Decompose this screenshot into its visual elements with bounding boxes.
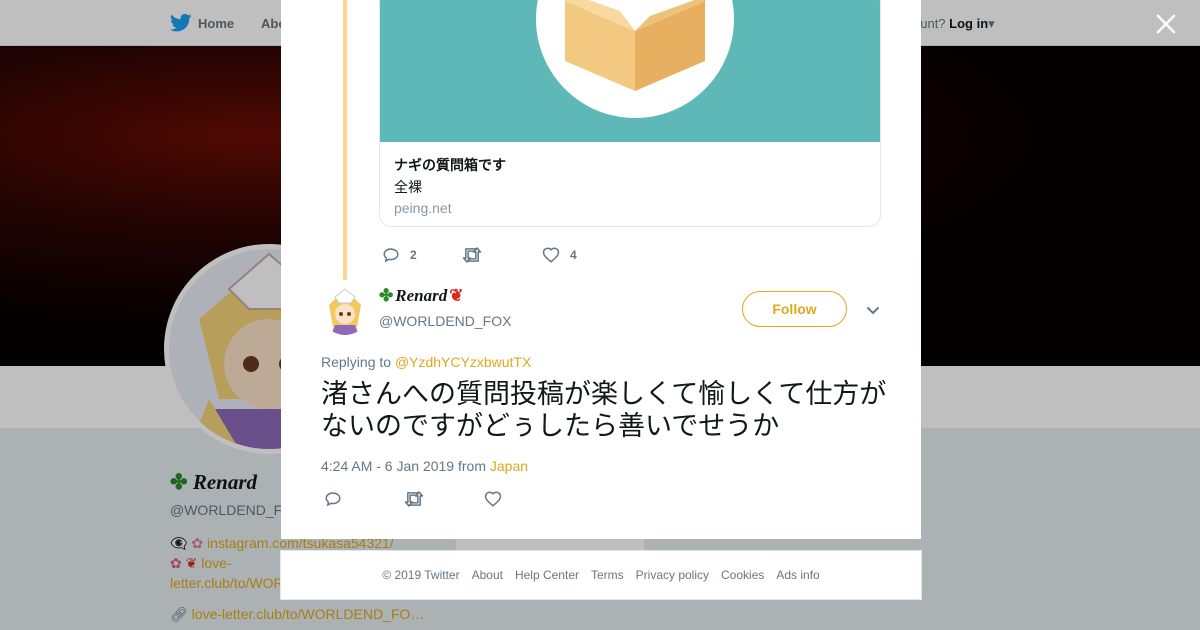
close-icon	[1156, 14, 1176, 34]
modal-footer: © 2019 Twitter About Help Center Terms P…	[280, 550, 922, 600]
card-domain: peing.net	[394, 200, 452, 216]
chevron-down-icon	[867, 307, 879, 315]
footer-link-help-center[interactable]: Help Center	[515, 568, 579, 582]
tweet-modal: ナギの質問箱です 全裸 peing.net 2 4 ✤ Renard ❦ @WO…	[281, 0, 921, 539]
tweet-author-handle[interactable]: @WORLDEND_FOX	[379, 313, 511, 329]
tweet-author-avatar[interactable]	[321, 287, 369, 335]
clover-icon: ✤	[379, 286, 394, 305]
like-button[interactable]	[484, 490, 502, 508]
maple-leaf-icon: ❦	[449, 286, 464, 305]
footer-link-terms[interactable]: Terms	[591, 568, 624, 582]
card-title: ナギの質問箱です	[394, 157, 506, 173]
heart-icon	[484, 491, 502, 507]
reply-icon	[383, 248, 399, 263]
conversation-thread-line	[343, 0, 347, 280]
retweet-icon	[404, 491, 424, 507]
heart-icon	[542, 247, 560, 263]
footer-link-privacy-policy[interactable]: Privacy policy	[636, 568, 709, 582]
footer-copyright: © 2019 Twitter	[382, 568, 460, 582]
reply-count: 2	[410, 248, 417, 262]
tweet-actions	[324, 490, 502, 508]
reply-button[interactable]: 2	[382, 246, 462, 264]
replying-to-link[interactable]: @YzdhYCYzxbwutTX	[395, 354, 531, 370]
tweet-menu-button[interactable]	[863, 300, 883, 320]
card-description: 全裸	[394, 179, 422, 195]
tweet-author-name[interactable]: ✤ Renard ❦	[379, 286, 463, 306]
like-button[interactable]: 4	[542, 246, 577, 264]
tweet-text: 渚さんへの質問投稿が楽しくて愉しくて仕方がないのですがどぅしたら善いでせうか	[321, 379, 887, 441]
close-modal-button[interactable]	[1154, 12, 1178, 36]
retweet-icon	[462, 247, 482, 263]
parent-tweet-actions: 2 4	[382, 246, 577, 264]
like-count: 4	[570, 248, 577, 262]
footer-link-ads-info[interactable]: Ads info	[776, 568, 819, 582]
tweet-metadata: 4:24 AM - 6 Jan 2019 from Japan	[321, 458, 528, 474]
tweet-timestamp[interactable]: 4:24 AM - 6 Jan 2019	[321, 458, 454, 474]
link-preview-card[interactable]: ナギの質問箱です 全裸 peing.net	[379, 0, 881, 227]
reply-icon	[325, 492, 341, 507]
replying-to-prefix: Replying to	[321, 354, 392, 370]
footer-link-cookies[interactable]: Cookies	[721, 568, 764, 582]
tweet-author-name-text: Renard	[395, 286, 448, 305]
card-image	[380, 0, 880, 142]
tweet-location[interactable]: Japan	[490, 458, 528, 474]
reply-button[interactable]	[324, 490, 404, 508]
footer-link-about[interactable]: About	[472, 568, 503, 582]
follow-button[interactable]: Follow	[742, 291, 847, 327]
retweet-button[interactable]	[462, 246, 542, 264]
from-label: from	[457, 458, 486, 474]
replying-to: Replying to @YzdhYCYzxbwutTX	[321, 354, 531, 370]
retweet-button[interactable]	[404, 490, 484, 508]
